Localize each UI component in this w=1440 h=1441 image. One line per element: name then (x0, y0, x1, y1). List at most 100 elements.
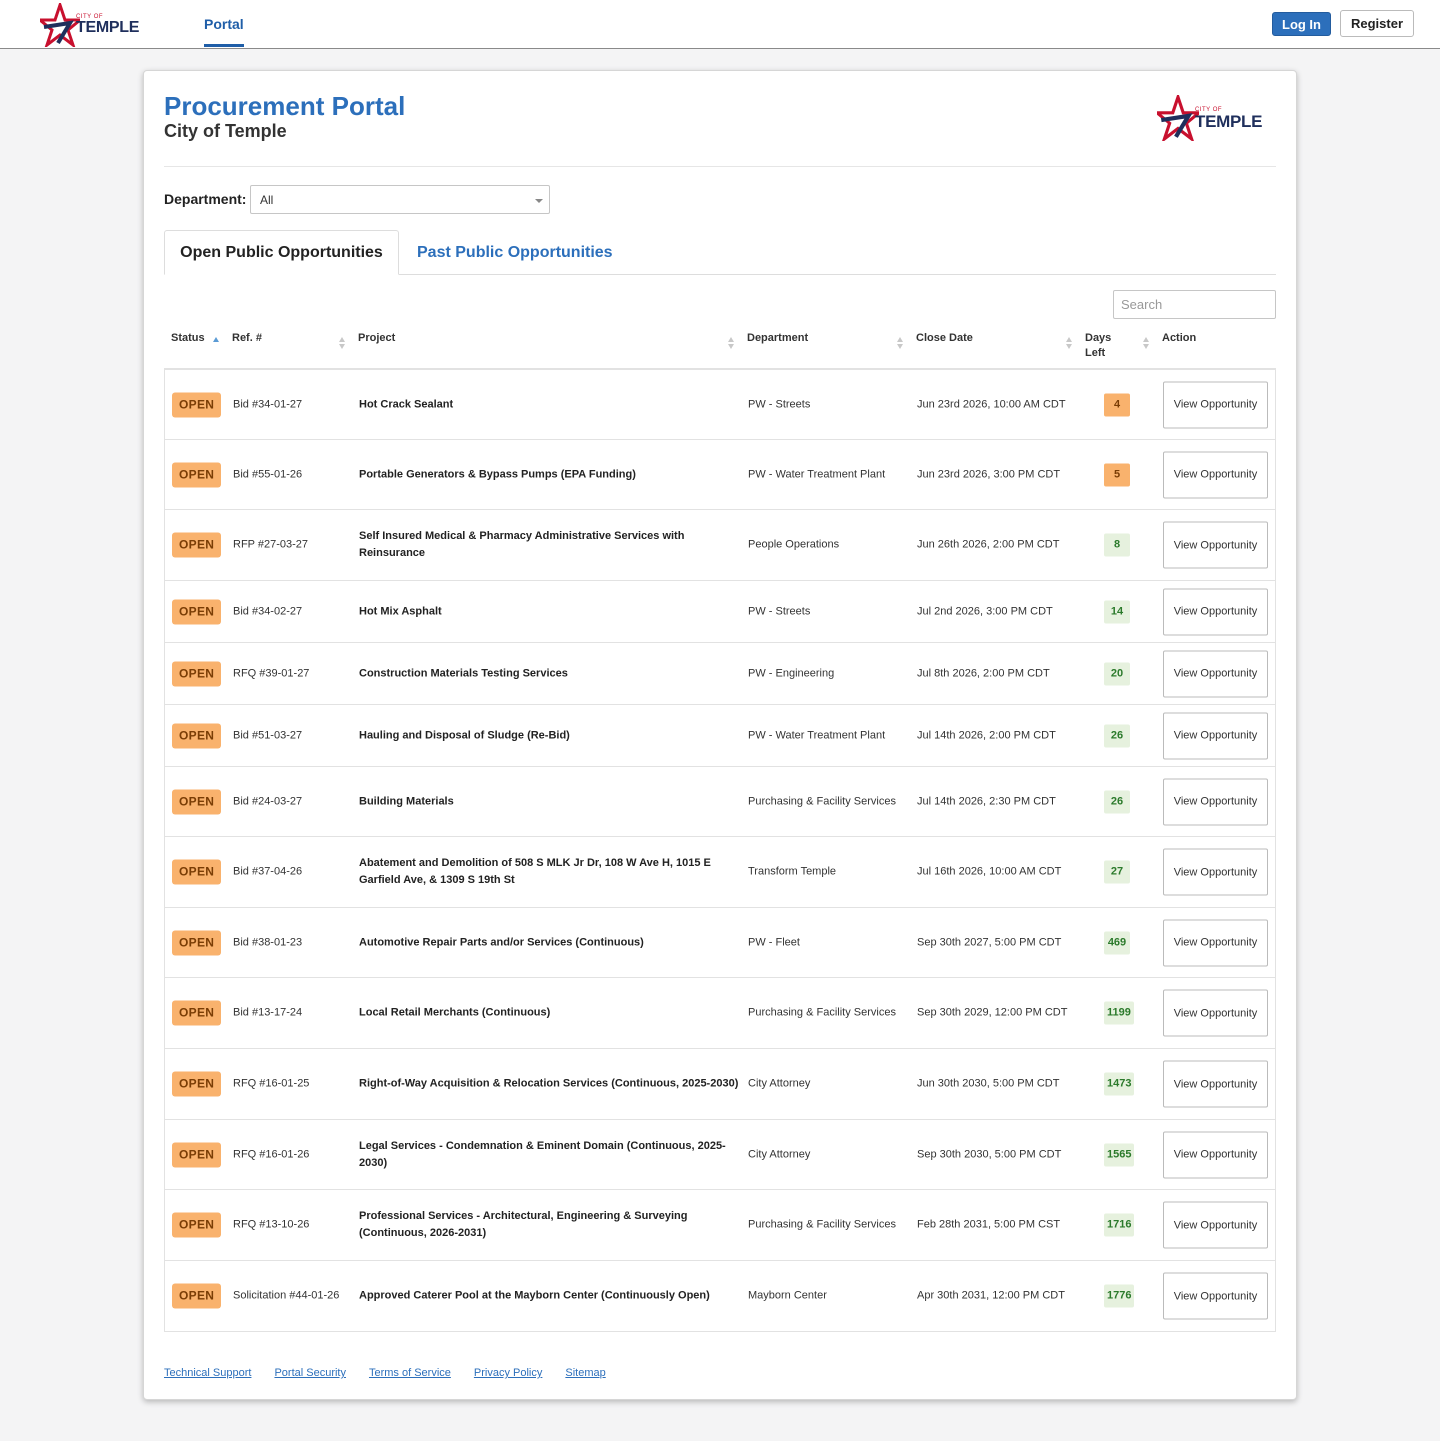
opportunities-table: Status Ref. # Project Department Close D… (164, 321, 1276, 1332)
department-label: Department: (164, 191, 247, 207)
footer-link-portal-security[interactable]: Portal Security (274, 1367, 346, 1379)
status-cell: OPEN (172, 392, 222, 417)
department-cell: Mayborn Center (748, 1289, 827, 1302)
footer-link-technical-support[interactable]: Technical Support (164, 1367, 251, 1379)
sort-icon[interactable] (897, 337, 903, 349)
days-left-badge: 26 (1104, 724, 1130, 747)
footer-link-terms-of-service[interactable]: Terms of Service (369, 1367, 451, 1379)
status-badge: OPEN (172, 1283, 222, 1309)
status-cell: OPEN (172, 930, 222, 955)
days-left-cell: 27 (1104, 860, 1130, 884)
days-left-cell: 8 (1104, 533, 1130, 557)
sort-icon[interactable] (339, 337, 345, 349)
view-opportunity-button[interactable]: View Opportunity (1163, 1131, 1268, 1178)
department-select[interactable]: All (250, 185, 550, 214)
column-header-close-date[interactable]: Close Date (916, 331, 973, 346)
project-cell: Self Insured Medical & Pharmacy Administ… (359, 530, 685, 559)
department-selected-value: All (260, 193, 274, 207)
view-opportunity-button[interactable]: View Opportunity (1163, 381, 1268, 428)
days-left-badge: 1716 (1104, 1213, 1135, 1237)
action-cell: View Opportunity (1163, 1060, 1268, 1108)
view-opportunity-button[interactable]: View Opportunity (1163, 712, 1268, 759)
top-navbar: CITY OF TEMPLE Portal Log In Register (0, 0, 1440, 49)
column-header-days-left[interactable]: Days Left (1085, 331, 1121, 361)
column-header-project[interactable]: Project (358, 331, 395, 346)
view-opportunity-button[interactable]: View Opportunity (1163, 1201, 1268, 1249)
ref-cell: RFQ #13-10-26 (233, 1218, 310, 1231)
register-button[interactable]: Register (1340, 10, 1414, 37)
table-header: Status Ref. # Project Department Close D… (164, 321, 1276, 370)
days-left-badge: 4 (1104, 393, 1130, 416)
nav-tab-portal[interactable]: Portal (204, 0, 244, 48)
ref-cell: RFQ #16-01-25 (233, 1077, 310, 1090)
login-button[interactable]: Log In (1272, 12, 1331, 36)
days-left-cell: 26 (1104, 724, 1130, 747)
sort-asc-icon[interactable] (213, 337, 219, 344)
status-badge: OPEN (172, 462, 222, 487)
footer-link-privacy-policy[interactable]: Privacy Policy (474, 1367, 542, 1379)
department-cell: PW - Engineering (748, 667, 835, 679)
status-cell: OPEN (172, 1142, 222, 1167)
days-left-cell: 469 (1104, 931, 1130, 954)
action-cell: View Opportunity (1163, 1131, 1268, 1178)
department-cell: Transform Temple (748, 865, 837, 878)
view-opportunity-button[interactable]: View Opportunity (1163, 989, 1268, 1037)
status-badge: OPEN (172, 1000, 222, 1026)
days-left-badge: 469 (1104, 931, 1130, 954)
logo-temple: TEMPLE (76, 19, 140, 36)
view-opportunity-button[interactable]: View Opportunity (1163, 451, 1268, 498)
logo-temple: TEMPLE (1195, 111, 1263, 131)
action-cell: View Opportunity (1163, 712, 1268, 759)
ref-cell: Bid #34-01-27 (233, 398, 303, 410)
view-opportunity-button[interactable]: View Opportunity (1163, 650, 1268, 697)
view-opportunity-button[interactable]: View Opportunity (1163, 1272, 1268, 1320)
days-left-cell: 26 (1104, 790, 1130, 813)
close-date-cell: Jun 30th 2030, 5:00 PM CDT (917, 1077, 1060, 1090)
action-cell: View Opportunity (1163, 848, 1268, 896)
active-tab-indicator (204, 44, 244, 47)
view-opportunity-button[interactable]: View Opportunity (1163, 778, 1268, 825)
project-cell: Professional Services - Architectural, E… (359, 1210, 688, 1239)
days-left-badge: 1199 (1104, 1001, 1134, 1025)
column-header-ref[interactable]: Ref. # (232, 331, 262, 346)
days-left-cell: 1716 (1104, 1213, 1135, 1237)
table-row: OPEN RFQ #16-01-25 Right-of-Way Acquisitio… (165, 1049, 1275, 1120)
column-header-department[interactable]: Department (747, 331, 808, 346)
action-cell: View Opportunity (1163, 778, 1268, 825)
view-opportunity-button[interactable]: View Opportunity (1163, 1060, 1268, 1108)
project-cell: Construction Materials Testing Services (359, 667, 568, 679)
days-left-badge: 27 (1104, 860, 1130, 884)
column-header-status[interactable]: Status (171, 331, 205, 346)
days-left-badge: 26 (1104, 790, 1130, 813)
status-cell: OPEN (172, 532, 222, 558)
close-date-cell: Jul 8th 2026, 2:00 PM CDT (917, 667, 1050, 679)
sort-icon[interactable] (1066, 337, 1072, 349)
sort-icon[interactable] (728, 337, 734, 349)
status-cell: OPEN (172, 1212, 222, 1238)
project-cell: Approved Caterer Pool at the Mayborn Cen… (359, 1289, 710, 1302)
search-input[interactable] (1113, 290, 1276, 319)
department-cell: Purchasing & Facility Services (748, 795, 896, 807)
days-left-cell: 14 (1104, 600, 1130, 623)
tab-past-opportunities[interactable]: Past Public Opportunities (417, 230, 613, 275)
status-cell: OPEN (172, 789, 222, 814)
sort-icon[interactable] (1143, 337, 1149, 349)
close-date-cell: Jun 26th 2026, 2:00 PM CDT (917, 538, 1060, 551)
status-cell: OPEN (172, 462, 222, 487)
view-opportunity-button[interactable]: View Opportunity (1163, 588, 1268, 635)
close-date-cell: Jul 2nd 2026, 3:00 PM CDT (917, 605, 1053, 617)
status-badge: OPEN (172, 1212, 222, 1238)
view-opportunity-button[interactable]: View Opportunity (1163, 521, 1268, 569)
view-opportunity-button[interactable]: View Opportunity (1163, 919, 1268, 966)
column-header-action: Action (1162, 332, 1197, 344)
table-row: OPEN Bid #34-02-27 Hot Mix Asphalt PW - Str… (165, 581, 1275, 643)
table-row: OPEN Bid #13-17-24 Local Retail Merchants … (165, 978, 1275, 1049)
footer-link-sitemap[interactable]: Sitemap (565, 1367, 605, 1379)
close-date-cell: Feb 28th 2031, 5:00 PM CST (917, 1218, 1061, 1231)
status-badge: OPEN (172, 392, 222, 417)
department-cell: PW - Water Treatment Plant (748, 729, 886, 741)
status-badge: OPEN (172, 859, 222, 885)
tab-open-opportunities[interactable]: Open Public Opportunities (164, 230, 399, 275)
city-logo[interactable]: CITY OF TEMPLE (40, 3, 139, 47)
view-opportunity-button[interactable]: View Opportunity (1163, 848, 1268, 896)
